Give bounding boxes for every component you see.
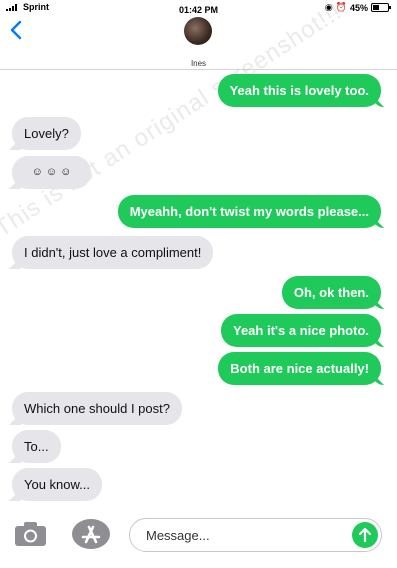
back-button[interactable]	[7, 18, 27, 42]
message-bubble-outgoing[interactable]: Oh, ok then.	[281, 276, 381, 309]
message-bubble-incoming[interactable]: You know...	[12, 468, 103, 501]
header-divider	[0, 69, 397, 70]
message-bubble-incoming[interactable]: Lovely?	[12, 117, 81, 150]
message-bubble-outgoing[interactable]: Yeah it's a nice photo.	[220, 314, 381, 347]
contact-name[interactable]: Ines	[0, 59, 397, 68]
message-bubble-outgoing[interactable]: Myeahh, don't twist my words please...	[117, 195, 381, 228]
send-arrow-icon	[358, 527, 372, 543]
battery-icon	[371, 3, 391, 12]
app-store-button[interactable]	[71, 518, 111, 550]
chevron-left-icon	[10, 20, 22, 40]
app-store-icon	[72, 519, 110, 549]
camera-icon	[15, 522, 46, 546]
send-button[interactable]	[352, 522, 378, 548]
camera-button[interactable]	[14, 521, 47, 547]
message-input-placeholder: Message...	[146, 528, 210, 543]
message-input[interactable]: Message...	[129, 518, 382, 552]
message-bubble-outgoing[interactable]: Both are nice actually!	[218, 352, 381, 385]
message-bubble-incoming[interactable]: Which one should I post?	[12, 392, 182, 425]
message-bubble-outgoing[interactable]: Yeah this is lovely too.	[217, 74, 381, 107]
message-bubble-incoming[interactable]: I didn't, just love a compliment!	[12, 236, 214, 269]
message-bubble-incoming[interactable]: To...	[12, 430, 61, 463]
contact-avatar[interactable]	[184, 17, 212, 45]
battery-percent: 45%	[349, 2, 368, 13]
message-bubble-incoming[interactable]: ☺ ☺ ☺	[12, 156, 91, 189]
